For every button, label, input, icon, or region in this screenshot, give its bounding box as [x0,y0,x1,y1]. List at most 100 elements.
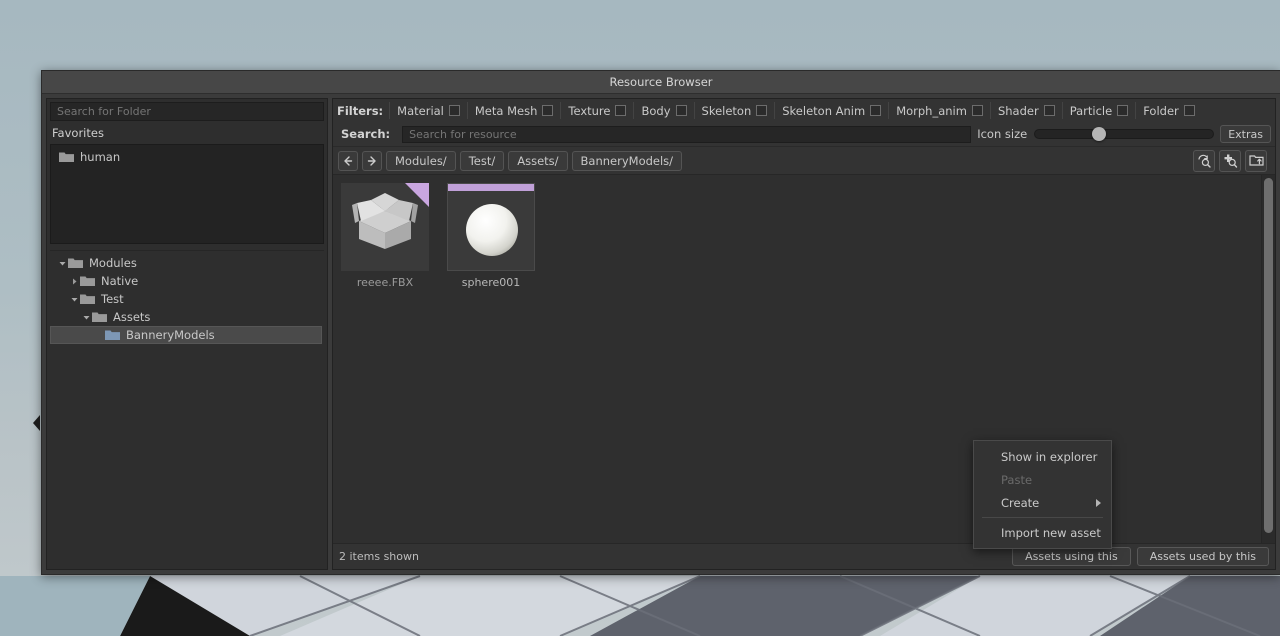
chevron-down-icon[interactable] [80,311,92,323]
breadcrumb-test[interactable]: Test/ [459,150,505,171]
assets-used-by-this-button[interactable]: Assets used by this [1136,547,1269,566]
panel-collapse-handle[interactable] [33,415,40,431]
scrollbar-thumb[interactable] [1264,178,1273,533]
folder-search-input[interactable] [50,102,324,121]
search-label: Search: [341,127,391,141]
arrow-right-icon [367,155,376,166]
filter-skeleton-anim[interactable]: Skeleton Anim [774,102,888,119]
back-button[interactable] [338,150,358,171]
tree-item-label: Test [101,292,124,306]
menu-item-create[interactable]: Create [974,491,1111,514]
chevron-down-icon[interactable] [68,293,80,305]
folder-upload-button[interactable] [1245,149,1267,172]
asset-grid[interactable]: reeee.FBX sphere001 [333,175,1261,543]
window-titlebar[interactable]: Resource Browser [42,71,1280,94]
favorite-item-human[interactable]: human [51,148,323,166]
checkbox-texture[interactable] [615,105,627,116]
tree-item-label: Assets [113,310,151,324]
icon-size-slider[interactable] [1034,127,1215,141]
menu-item-label: Import new asset [1001,525,1101,540]
context-menu[interactable]: Show in explorer Paste Create Import new… [973,440,1112,549]
filter-label: Skeleton Anim [782,103,866,118]
filter-shader[interactable]: Shader [989,102,1062,119]
menu-item-paste: Paste [974,468,1111,491]
refresh-search-button[interactable] [1193,149,1215,172]
favorites-list[interactable]: human [50,144,324,244]
folder-icon [68,257,83,269]
asset-label: sphere001 [461,276,521,289]
filter-label: Shader [997,103,1039,118]
checkbox-skeleton-anim[interactable] [870,105,882,116]
checkbox-particle[interactable] [1117,105,1129,116]
checkbox-skeleton[interactable] [756,105,768,116]
tree-item-bannerymodels[interactable]: BanneryModels [50,326,322,344]
page-title: Resource Browser [609,75,713,89]
asset-item-reeee-fbx[interactable]: reeee.FBX [339,183,431,289]
asset-item-sphere001[interactable]: sphere001 [445,183,537,289]
filter-label: Morph_anim [896,103,967,118]
tree-item-native[interactable]: Native [50,272,324,290]
checkbox-folder[interactable] [1183,105,1195,116]
filter-label: Texture [568,103,611,118]
chevron-down-icon[interactable] [56,257,68,269]
navigation-bar: Modules/ Test/ Assets/ BanneryModels/ [333,146,1275,174]
status-buttons: Assets using this Assets used by this [1012,547,1269,566]
filter-label: Particle [1069,103,1113,118]
forward-button[interactable] [362,150,382,171]
tree-item-assets[interactable]: Assets [50,308,324,326]
filter-texture[interactable]: Texture [560,102,633,119]
resource-panel: Filters: Material Meta Mesh Texture Body [332,98,1276,570]
extras-button[interactable]: Extras [1220,125,1271,143]
assets-using-this-button[interactable]: Assets using this [1012,547,1131,566]
checkbox-meta-mesh[interactable] [542,105,554,116]
filter-folder[interactable]: Folder [1135,102,1202,119]
folder-panel: Favorites human M [46,98,328,570]
filter-body[interactable]: Body [633,102,693,119]
checkbox-material[interactable] [448,105,460,116]
menu-item-label: Create [1001,495,1040,510]
menu-item-label: Show in explorer [1001,449,1098,464]
filters-bar: Filters: Material Meta Mesh Texture Body [333,99,1275,122]
filters-label: Filters: [337,103,384,118]
tree-item-label: Modules [89,256,137,270]
filter-meta-mesh[interactable]: Meta Mesh [466,102,561,119]
filter-material[interactable]: Material [389,102,467,119]
filter-morph-anim[interactable]: Morph_anim [888,102,990,119]
asset-grid-scrollbar[interactable] [1261,175,1275,543]
search-input[interactable] [402,125,972,143]
tree-item-modules[interactable]: Modules [50,254,324,272]
menu-item-show-in-explorer[interactable]: Show in explorer [974,445,1111,468]
checkbox-morph-anim[interactable] [971,105,983,116]
filter-label: Meta Mesh [474,103,538,118]
folder-icon [59,151,74,163]
asset-thumbnail[interactable] [447,183,535,271]
filter-skeleton[interactable]: Skeleton [693,102,775,119]
checkbox-shader[interactable] [1043,105,1055,116]
asset-browser-area[interactable]: reeee.FBX sphere001 Show in explorer Pas… [333,174,1275,549]
add-search-icon [1224,154,1237,168]
chevron-right-icon[interactable] [68,275,80,287]
folder-icon [80,293,95,305]
filter-label: Body [641,103,671,118]
tree-item-test[interactable]: Test [50,290,324,308]
folder-icon [80,275,95,287]
filter-label: Folder [1143,103,1179,118]
folder-icon [92,311,107,323]
breadcrumb-modules[interactable]: Modules/ [386,150,456,171]
filter-particle[interactable]: Particle [1061,102,1136,119]
status-bar: 2 items shown Assets using this Assets u… [333,543,1275,569]
breadcrumb-assets[interactable]: Assets/ [508,150,568,171]
checkbox-body[interactable] [675,105,687,116]
add-search-button[interactable] [1219,149,1241,172]
resource-browser-window: Resource Browser Favorites human [41,70,1280,575]
arrow-left-icon [344,155,353,166]
menu-item-label: Paste [1001,472,1033,487]
icon-size-slider-thumb[interactable] [1092,127,1107,141]
menu-item-import-new-asset[interactable]: Import new asset [974,521,1111,544]
folder-tree[interactable]: Modules Native Test Assets BanneryModels [50,250,324,566]
items-shown-label: 2 items shown [339,550,419,563]
tree-item-label: BanneryModels [126,328,215,342]
breadcrumb-bannerymodels[interactable]: BanneryModels/ [571,150,683,171]
icon-size-control[interactable]: Icon size [977,127,1215,141]
asset-thumbnail[interactable] [341,183,429,271]
